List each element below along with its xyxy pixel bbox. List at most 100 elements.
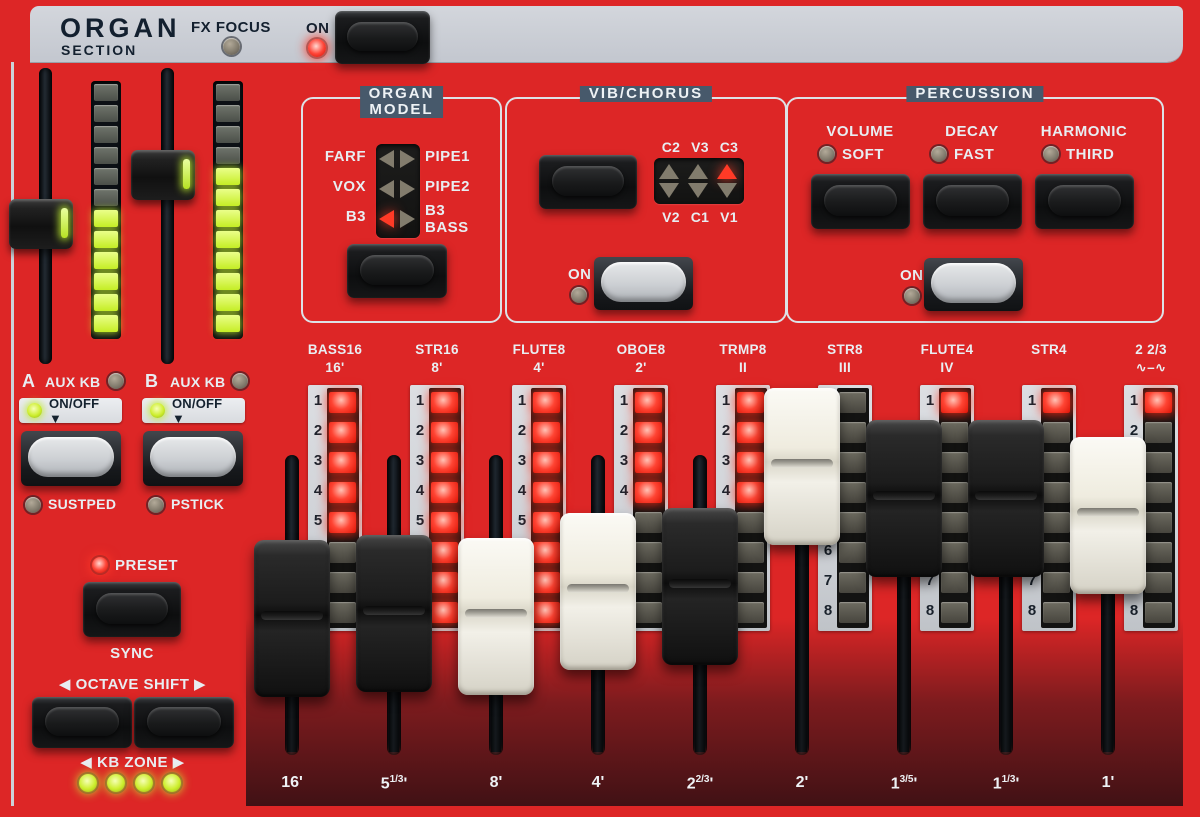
organ-on-label: ON: [306, 20, 330, 37]
drawbar-scale-number: 1: [1024, 392, 1040, 409]
drawbar-scale-number: 2: [310, 422, 326, 439]
sustped-led: [25, 497, 41, 513]
octave-shift-down-button[interactable]: [32, 697, 132, 748]
percussion-on-button[interactable]: [924, 258, 1023, 311]
vib-on-led: [571, 287, 587, 303]
octave-shift-label: ◀ OCTAVE SHIFT ▶: [30, 675, 235, 693]
zone-a-button[interactable]: [21, 431, 121, 486]
drawbar-scale-number: 1: [412, 392, 428, 409]
preset-led: [92, 557, 108, 573]
drawbar-fader-stem: [1103, 594, 1113, 752]
organ-model-b3-label: B3: [346, 208, 366, 225]
drawbar-footage-label: 11/3': [956, 774, 1056, 793]
meter-segment: [94, 273, 118, 290]
drawbar-fader-handle[interactable]: [866, 420, 942, 577]
drawbar-led: [737, 512, 764, 533]
drawbar-led: [737, 392, 764, 413]
drawbar-fader-handle[interactable]: [1070, 437, 1146, 594]
drawbar-scale-number: 3: [616, 452, 632, 469]
percussion-harmonic-button[interactable]: [1035, 174, 1134, 229]
meter-segment: [216, 126, 240, 143]
drawbar-led: [1043, 572, 1070, 593]
pstick-label: PSTICK: [171, 496, 224, 512]
percussion-decay-button[interactable]: [923, 174, 1022, 229]
drawbar-led: [1145, 452, 1172, 473]
drawbar-fader-handle[interactable]: [968, 420, 1044, 577]
drawbar-label: STR4: [994, 341, 1104, 359]
zone-b-aux-label: AUX KB: [170, 374, 225, 390]
vib-c2-label: C2: [656, 139, 686, 155]
drawbar-fader-handle[interactable]: [560, 513, 636, 670]
zone-b-onoff-label: ON/OFF ▼: [172, 396, 237, 426]
drawbar-led: [1043, 512, 1070, 533]
level-b-slider-handle[interactable]: [131, 150, 195, 200]
drawbar-scale-number: 4: [412, 482, 428, 499]
organ-on-button[interactable]: [335, 11, 430, 64]
vib-chorus-up-led-c2: [659, 164, 679, 179]
drawbar-fader-handle[interactable]: [254, 540, 330, 697]
organ-model-button[interactable]: [347, 244, 447, 298]
drawbar-fader-handle[interactable]: [662, 508, 738, 665]
drawbar-fader-stem: [287, 697, 297, 752]
meter-segment: [216, 147, 240, 164]
vib-on-button[interactable]: [594, 257, 693, 310]
meter-segment: [94, 105, 118, 122]
zone-a-aux-label: AUX KB: [45, 374, 100, 390]
fx-focus-label: FX FOCUS: [191, 19, 271, 36]
meter-segment: [94, 210, 118, 227]
page-title: ORGAN: [60, 13, 181, 44]
drawbar-fader-handle[interactable]: [458, 538, 534, 695]
drawbar-scale-number: 1: [616, 392, 632, 409]
drawbar-footage-label: 13/5': [854, 774, 954, 793]
drawbar-led: [1145, 602, 1172, 623]
organ-model-vox-label: VOX: [333, 178, 366, 195]
fx-focus-led: [223, 38, 240, 55]
organ-model-pipe1-label: PIPE1: [425, 148, 470, 165]
drawbar-led: [533, 392, 560, 413]
drawbar-led: [737, 482, 764, 503]
zone-b-onoff[interactable]: ON/OFF ▼: [142, 398, 245, 423]
percussion-fast-label: FAST: [954, 146, 994, 163]
zone-a-aux-led: [108, 373, 124, 389]
meter-segment: [216, 273, 240, 290]
drawbar-label: STR8 III: [790, 341, 900, 376]
drawbar-scale-number: 3: [514, 452, 530, 469]
drawbar-scale-number: 4: [310, 482, 326, 499]
organ-model-box: ORGAN MODEL FARF VOX B3 PIPE1 PIPE2 B3 B…: [301, 97, 502, 323]
meter-segment: [94, 84, 118, 101]
drawbar-led: [431, 422, 458, 443]
organ-model-right-led: [400, 210, 415, 228]
drawbar-fader-handle[interactable]: [356, 535, 432, 692]
meter-segment: [216, 105, 240, 122]
meter-segment: [94, 189, 118, 206]
percussion-volume-button[interactable]: [811, 174, 910, 229]
drawbar-led: [941, 572, 968, 593]
drawbar-scale-number: 7: [820, 572, 836, 589]
zone-a-onoff-label: ON/OFF ▼: [49, 396, 114, 426]
drawbar-footage-label: 2': [752, 774, 852, 792]
drawbar-led: [533, 602, 560, 623]
vib-chorus-button[interactable]: [539, 155, 637, 209]
meter-segment: [94, 147, 118, 164]
drawbar-led: [1043, 542, 1070, 563]
zone-a-onoff[interactable]: ON/OFF ▼: [19, 398, 122, 423]
level-a-slider-handle[interactable]: [9, 199, 73, 249]
drawbar-fader-stem: [899, 577, 909, 752]
vib-on-label: ON: [568, 266, 592, 283]
drawbar-led: [329, 422, 356, 443]
drawbar-led: [533, 572, 560, 593]
drawbar-led: [1145, 392, 1172, 413]
drawbar-led: [329, 452, 356, 473]
drawbar-scale-number: 5: [310, 512, 326, 529]
drawbar-scale-number: 3: [310, 452, 326, 469]
drawbar-led: [839, 542, 866, 563]
drawbar-fader-handle[interactable]: [764, 388, 840, 545]
octave-shift-up-button[interactable]: [134, 697, 234, 748]
vib-chorus-up-led-v3: [688, 164, 708, 179]
drawbar-led: [737, 422, 764, 443]
drawbar-led: [737, 542, 764, 563]
drawbar-led: [329, 542, 356, 563]
zone-b-button[interactable]: [143, 431, 243, 486]
meter-segment: [216, 210, 240, 227]
sync-button[interactable]: [83, 582, 181, 637]
